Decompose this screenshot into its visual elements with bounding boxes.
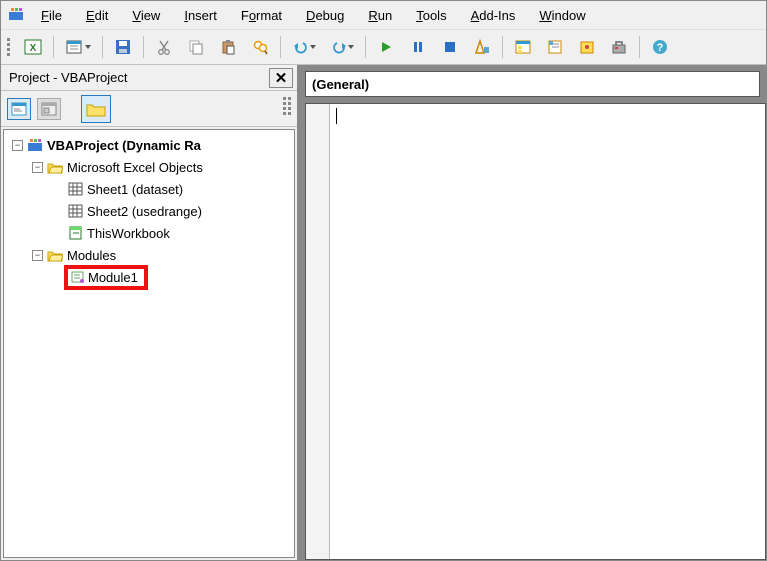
code-gutter	[306, 104, 330, 559]
folder-open-icon	[47, 161, 63, 174]
text-caret	[336, 108, 337, 124]
tree-module1[interactable]: Module1	[6, 266, 292, 288]
tree-modules[interactable]: − Modules	[6, 244, 292, 266]
folder-open-icon	[47, 249, 63, 262]
tree-excel-objects[interactable]: − Microsoft Excel Objects	[6, 156, 292, 178]
properties-icon[interactable]	[541, 33, 569, 61]
tree-thisworkbook[interactable]: ThisWorkbook	[6, 222, 292, 244]
workbook-icon	[68, 226, 83, 240]
view-object-icon[interactable]	[37, 98, 61, 120]
view-code-icon[interactable]	[7, 98, 31, 120]
cut-icon[interactable]	[150, 33, 178, 61]
menu-window[interactable]: Window	[527, 5, 597, 26]
menu-items: FileEditViewInsertFormatDebugRunToolsAdd…	[29, 5, 598, 26]
collapse-icon[interactable]: −	[32, 162, 43, 173]
code-pane: (General)	[299, 65, 766, 560]
find-icon[interactable]	[246, 33, 274, 61]
menu-format[interactable]: Format	[229, 5, 294, 26]
project-panel-toolbar	[1, 91, 297, 127]
tree-root-label: VBAProject (Dynamic Ra	[47, 138, 201, 153]
workspace: Project - VBAProject ✕ − VBAProject (Dyn	[1, 65, 766, 560]
design-icon[interactable]	[468, 33, 496, 61]
paste-icon[interactable]	[214, 33, 242, 61]
help-icon[interactable]: ?	[646, 33, 674, 61]
project-explorer-icon[interactable]	[509, 33, 537, 61]
menubar: FileEditViewInsertFormatDebugRunToolsAdd…	[1, 1, 766, 29]
toggle-folders-icon[interactable]	[81, 95, 111, 123]
menu-run[interactable]: Run	[356, 5, 404, 26]
menu-file[interactable]: File	[29, 5, 74, 26]
svg-text:X: X	[30, 43, 37, 54]
menu-add-ins[interactable]: Add-Ins	[459, 5, 528, 26]
vbaproject-icon	[27, 138, 43, 152]
tree-thisworkbook-label: ThisWorkbook	[87, 226, 170, 241]
toolbox-icon[interactable]	[605, 33, 633, 61]
module1-highlight: Module1	[64, 265, 148, 290]
redo-icon[interactable]	[325, 33, 359, 61]
project-panel-title: Project - VBAProject	[9, 70, 128, 85]
menu-edit[interactable]: Edit	[74, 5, 120, 26]
menu-view[interactable]: View	[120, 5, 172, 26]
close-icon[interactable]: ✕	[269, 68, 293, 88]
code-editor[interactable]	[305, 103, 766, 560]
save-icon[interactable]	[109, 33, 137, 61]
menu-tools[interactable]: Tools	[404, 5, 458, 26]
copy-icon[interactable]	[182, 33, 210, 61]
undo-icon[interactable]	[287, 33, 321, 61]
project-panel: Project - VBAProject ✕ − VBAProject (Dyn	[1, 65, 299, 560]
tree-sheet1-label: Sheet1 (dataset)	[87, 182, 183, 197]
excel-icon[interactable]: X	[19, 33, 47, 61]
break-icon[interactable]	[404, 33, 432, 61]
module-icon	[70, 270, 85, 284]
tree-root[interactable]: − VBAProject (Dynamic Ra	[6, 134, 292, 156]
worksheet-icon	[68, 204, 83, 218]
stop-icon[interactable]	[436, 33, 464, 61]
svg-text:?: ?	[657, 42, 664, 54]
vba-app-icon	[5, 4, 27, 26]
tree-sheet1[interactable]: Sheet1 (dataset)	[6, 178, 292, 200]
menu-debug[interactable]: Debug	[294, 5, 356, 26]
tree-modules-label: Modules	[67, 248, 116, 263]
project-tree: − VBAProject (Dynamic Ra − Microsoft Exc…	[3, 129, 295, 558]
run-icon[interactable]	[372, 33, 400, 61]
project-panel-title-bar: Project - VBAProject ✕	[1, 65, 297, 91]
scope-combo-value: (General)	[312, 77, 369, 92]
code-dropdown-row: (General)	[305, 71, 766, 97]
tree-sheet2[interactable]: Sheet2 (usedrange)	[6, 200, 292, 222]
collapse-icon[interactable]: −	[32, 250, 43, 261]
tree-excel-objects-label: Microsoft Excel Objects	[67, 160, 203, 175]
worksheet-icon	[68, 182, 83, 196]
tree-sheet2-label: Sheet2 (usedrange)	[87, 204, 202, 219]
toolbar: X ?	[1, 29, 766, 65]
scope-combo[interactable]: (General)	[305, 71, 760, 97]
collapse-icon[interactable]: −	[12, 140, 23, 151]
object-browser-icon[interactable]	[573, 33, 601, 61]
drag-handle-icon[interactable]	[283, 97, 293, 115]
insert-icon[interactable]	[60, 33, 96, 61]
tree-module1-label: Module1	[88, 270, 138, 285]
menu-insert[interactable]: Insert	[172, 5, 229, 26]
